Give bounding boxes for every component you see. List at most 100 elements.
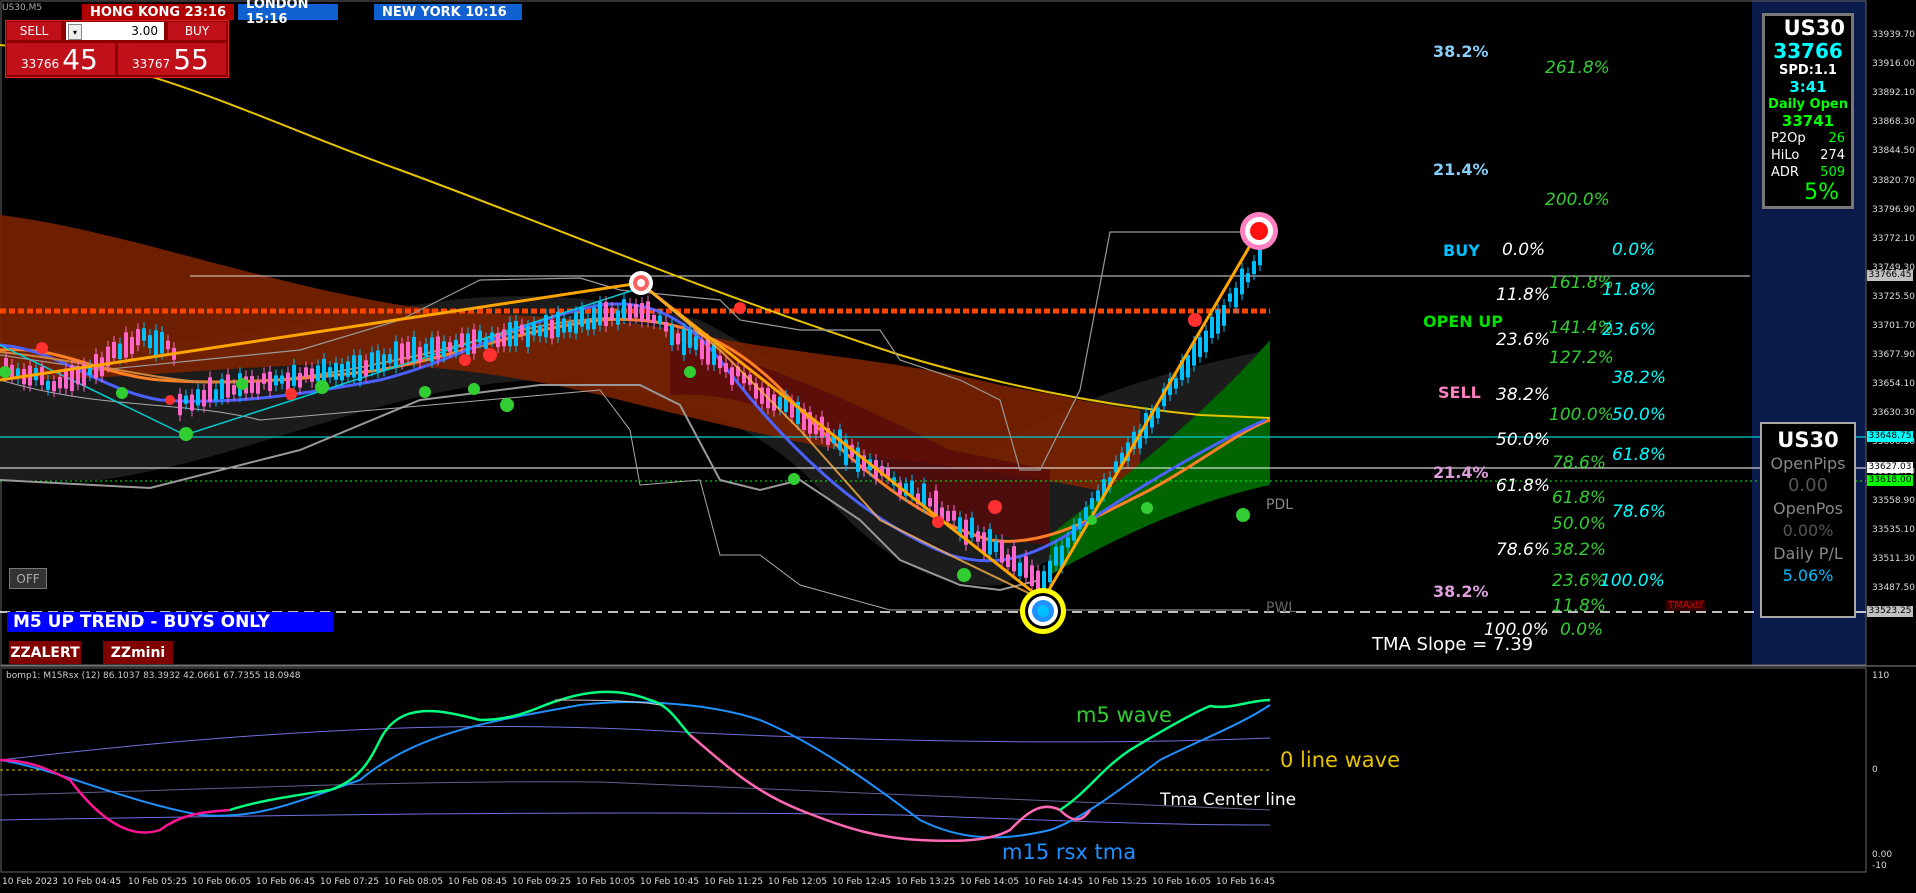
fib-mid-23: 23.6%: [1496, 330, 1551, 350]
open-pips-label: OpenPips: [1770, 454, 1846, 473]
swing-low-marker: [1020, 588, 1066, 634]
info-timer: 3:41: [1789, 78, 1827, 96]
time-axis-label: 10 Feb 14:45: [1024, 877, 1084, 887]
fib-label-21-bottom: 21.4%: [1433, 463, 1489, 482]
fib-cyan-100: 100.0%: [1600, 571, 1665, 591]
info-pct: 5%: [1804, 180, 1839, 205]
fib-green-200: 200.0%: [1545, 190, 1610, 210]
buy-button[interactable]: BUY: [168, 22, 226, 40]
sub-window-label: bomp1: M15Rsx (12) 86.1037 83.3932 42.06…: [6, 671, 301, 681]
fib-green-78: 78.6%: [1552, 453, 1607, 473]
time-axis-label: 10 Feb 06:45: [256, 877, 316, 887]
zero-line-wave-annotation: 0 line wave: [1280, 748, 1401, 772]
fib-label-38-bottom: 38.2%: [1433, 582, 1489, 601]
info-adr-label: ADR: [1771, 165, 1799, 180]
pdl-label: PDL: [1266, 497, 1294, 513]
info-daily-open: 33741: [1781, 112, 1835, 130]
fib-green-127: 127.2%: [1549, 348, 1614, 368]
time-axis-label: 10 Feb 11:25: [704, 877, 764, 887]
price-axis-label: 33654.10: [1872, 379, 1915, 390]
fib-mid-11: 11.8%: [1496, 285, 1551, 305]
clock-new-york: NEW YORK 10:16: [374, 4, 522, 20]
time-axis-label: 10 Feb 08:05: [384, 877, 444, 887]
fib-label-21-top: 21.4%: [1433, 160, 1489, 179]
fib-cyan-38: 38.2%: [1612, 368, 1667, 388]
clock-london: LONDON 15:16: [238, 0, 338, 27]
symbol-tab: US30,M5: [2, 3, 43, 13]
one-click-trade-panel: SELL 3.00 ▾ BUY 33766 45 33767 55: [5, 20, 229, 78]
price-axis-label: 33701.70: [1872, 321, 1915, 331]
price-highlight-pwl: 33523.25: [1867, 606, 1913, 617]
fib-mid-61: 61.8%: [1496, 476, 1551, 496]
fib-green-100: 100.0%: [1549, 405, 1614, 425]
fib-mid-38: 38.2%: [1496, 385, 1551, 405]
price-axis-label: 33487.50: [1872, 582, 1915, 593]
price-axis-label: 33677.90: [1872, 350, 1915, 361]
tma-center-line-annotation: Tma Center line: [1160, 790, 1297, 810]
daily-pl-value: 5.06%: [1782, 566, 1834, 585]
price-axis-label: 33725.50: [1872, 291, 1915, 302]
fib-mid-78: 78.6%: [1496, 540, 1551, 560]
pwl-label: PWL: [1266, 600, 1297, 616]
info-symbol: US30: [1783, 16, 1845, 40]
sell-price-big: 45: [62, 43, 98, 76]
price-axis-label: 33558.90: [1872, 495, 1915, 506]
sub-axis-0-00: 0.00: [1872, 850, 1893, 860]
time-axis-label: 10 Feb 14:05: [960, 877, 1020, 887]
sell-button[interactable]: SELL: [7, 22, 61, 40]
time-axis-label: 10 Feb 13:25: [896, 877, 956, 887]
time-axis-label: 10 Feb 12:05: [768, 877, 828, 887]
price-axis-label: 33772.10: [1872, 233, 1915, 244]
swing-high-marker: [1240, 212, 1278, 250]
off-button[interactable]: OFF: [9, 568, 47, 589]
fib-mid-50: 50.0%: [1496, 430, 1551, 450]
fib-green-0: 0.0%: [1560, 620, 1604, 640]
symbol-info-box: US30 33766 SPD:1.1 3:41 Daily Open 33741…: [1762, 13, 1854, 209]
fib-green-261: 261.8%: [1545, 58, 1610, 78]
zzmini-button[interactable]: ZZmini: [103, 641, 173, 664]
time-axis-label: 10 Feb 16:45: [1216, 877, 1276, 887]
time-axis-label: 10 Feb 06:05: [192, 877, 252, 887]
open-pos-label: OpenPos: [1773, 499, 1843, 518]
price-axis-label: 33916.00: [1872, 59, 1915, 70]
fib-green-23: 23.6%: [1552, 571, 1607, 591]
time-axis-label: 10 Feb 2023: [2, 877, 59, 887]
buy-price[interactable]: 33767 55: [118, 43, 226, 75]
sell-price[interactable]: 33766 45: [7, 43, 115, 75]
time-axis-label: 10 Feb 15:25: [1088, 877, 1148, 887]
info-p2op-label: P2Op: [1771, 131, 1806, 146]
fib-cyan-78: 78.6%: [1612, 502, 1667, 522]
pivot-high-marker: [629, 271, 653, 295]
fib-green-61: 61.8%: [1552, 488, 1607, 508]
sub-upper-band: [0, 725, 1271, 761]
price-axis-label: 33844.50: [1872, 146, 1915, 157]
sub-axis-110: 110: [1872, 671, 1890, 681]
time-axis-label: 10 Feb 05:25: [128, 877, 188, 887]
time-axis-label: 10 Feb 07:25: [320, 877, 380, 887]
buy-price-big: 55: [173, 43, 209, 76]
lot-dropdown-icon[interactable]: ▾: [68, 24, 82, 40]
fib-green-38: 38.2%: [1552, 540, 1607, 560]
info-p2op: 26: [1828, 131, 1845, 146]
fib-label-38-top: 38.2%: [1433, 42, 1489, 61]
zzalert-button[interactable]: ZZALERT: [9, 641, 81, 664]
price-axis-label: 33892.10: [1872, 88, 1915, 99]
tma-xtf-label: TMAxtf: [1666, 600, 1705, 611]
trend-banner: M5 UP TREND - BUYS ONLY: [7, 612, 333, 632]
sub-axis-0: 0: [1872, 765, 1878, 775]
price-highlight-cyan: 33648.75: [1867, 431, 1913, 442]
sub-axis-minus-10: -10: [1872, 861, 1887, 871]
info-hilo: 274: [1820, 148, 1845, 163]
info-adr: 509: [1820, 165, 1845, 180]
position-box: US30 OpenPips 0.00 OpenPos 0.00% Daily P…: [1760, 422, 1856, 618]
time-axis-label: 10 Feb 12:45: [832, 877, 892, 887]
clock-hong-kong: HONG KONG 23:16: [82, 4, 234, 20]
m5-wave-annotation: m5 wave: [1076, 703, 1172, 727]
buy-price-small: 33767: [132, 57, 171, 71]
fib-label-sell: SELL: [1438, 383, 1481, 402]
fib-cyan-50: 50.0%: [1612, 405, 1667, 425]
time-axis-label: 10 Feb 10:45: [640, 877, 700, 887]
fib-cyan-0: 0.0%: [1612, 240, 1656, 260]
time-axis-label: 10 Feb 04:45: [62, 877, 122, 887]
fib-green-11: 11.8%: [1552, 596, 1607, 616]
